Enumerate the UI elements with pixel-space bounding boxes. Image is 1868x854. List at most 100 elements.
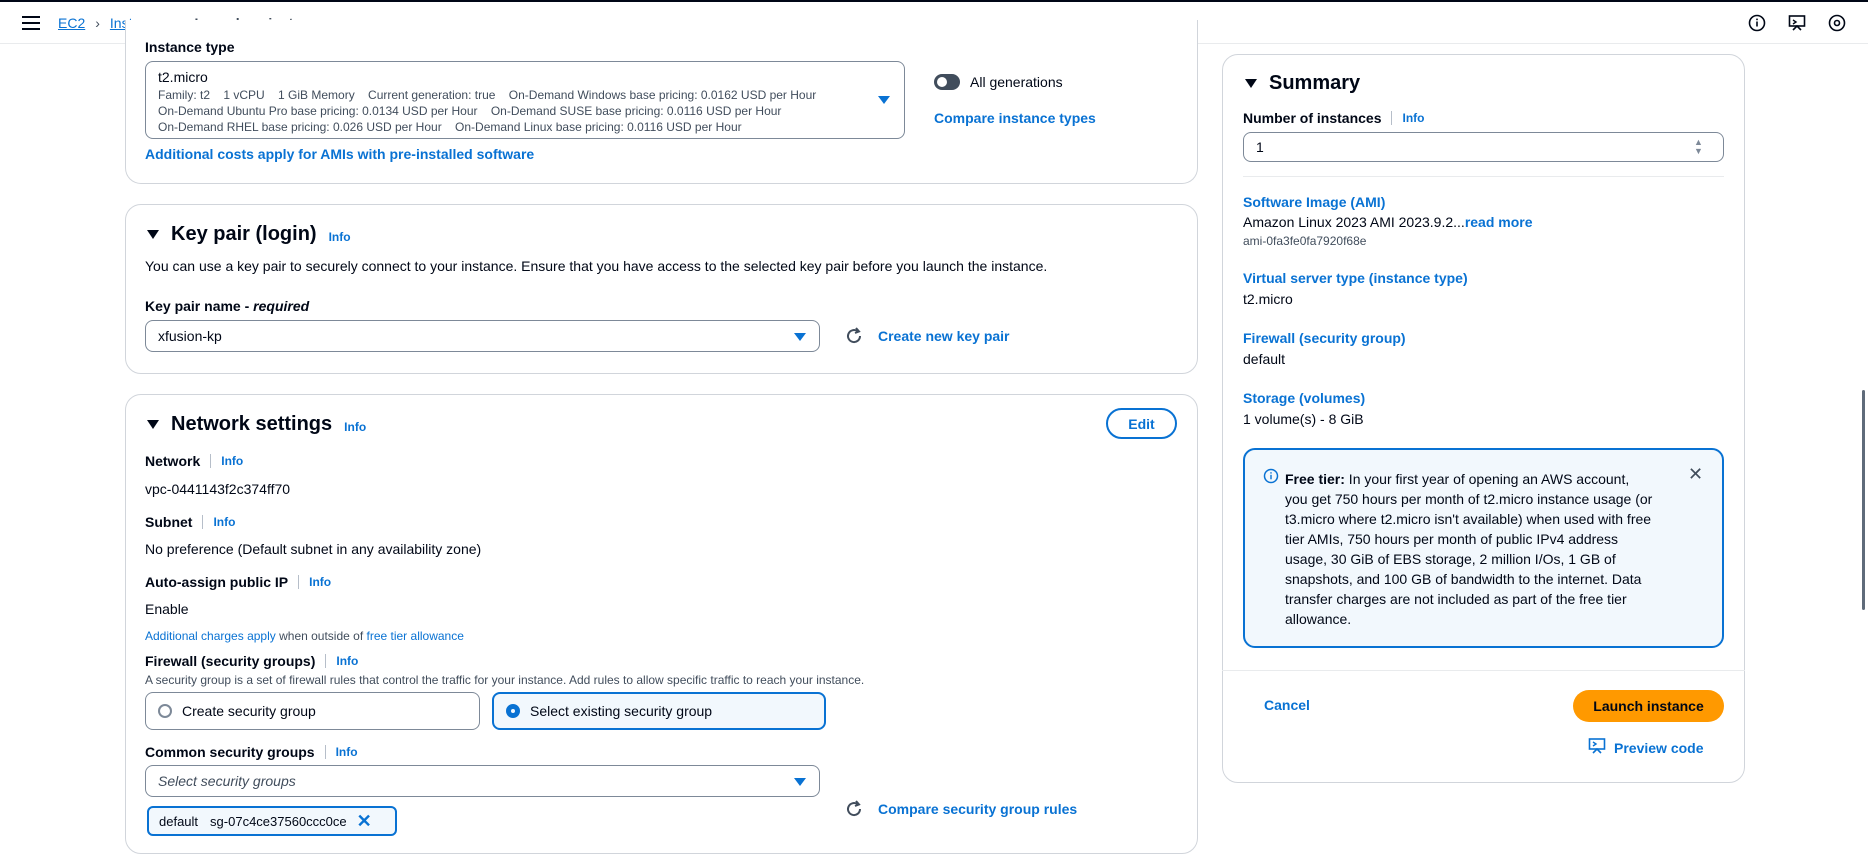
free-tier-allowance-link[interactable]: free tier allowance [367,629,464,643]
caret-down-icon[interactable] [147,230,159,239]
summary-title: Summary [1269,72,1361,94]
breadcrumb-ec2[interactable]: EC2 [58,15,85,31]
network-label: Network [145,453,201,469]
summary-header[interactable]: Summary [1245,72,1360,95]
num-instances-label: Number of instances [1243,110,1382,126]
network-info-link[interactable]: Info [344,420,366,434]
divider [325,654,327,668]
key-pair-header[interactable]: Key pair (login) Info [147,223,351,246]
charges-note: Additional charges apply when outside of… [145,629,464,643]
close-icon[interactable]: ✕ [357,811,372,832]
network-field-info-link[interactable]: Info [221,454,243,468]
compare-security-group-rules-link[interactable]: Compare security group rules [878,801,1077,817]
key-pair-select[interactable]: xfusion-kp [145,320,820,352]
common-sg-label: Common security groups [145,744,315,760]
feedback-icon[interactable] [1788,14,1806,32]
code-preview-icon [1588,737,1606,758]
divider [324,745,326,759]
key-pair-value: xfusion-kp [158,328,222,344]
firewall-row: Firewall (security groups) Info [145,653,358,669]
stepper-icon[interactable]: ▲ ▼ [1694,138,1703,156]
preview-code-button[interactable]: Preview code [1588,737,1704,758]
token-name: default [159,813,199,829]
key-pair-name-label: Key pair name - required [145,298,310,314]
security-groups-select[interactable]: Select security groups [145,765,820,797]
info-circle-icon [1263,468,1279,487]
preview-code-label: Preview code [1614,739,1704,756]
num-instances-input[interactable]: 1 ▲ ▼ [1243,132,1724,162]
num-instances-value: 1 [1256,139,1264,155]
close-icon[interactable]: ✕ [1688,464,1703,485]
firewall-info-link[interactable]: Info [336,654,358,668]
create-key-pair-link[interactable]: Create new key pair [878,328,1010,344]
divider [1391,111,1393,125]
key-pair-info-link[interactable]: Info [329,230,351,244]
subnet-info-link[interactable]: Info [213,515,235,529]
subnet-row: Subnet Info [145,514,235,530]
chevron-down-icon [794,333,806,341]
launch-instance-button[interactable]: Launch instance [1573,690,1724,722]
chevron-right-icon: › [95,15,100,31]
chevron-down-icon [878,96,890,104]
firewall-summary-value: default [1243,351,1286,367]
edit-button[interactable]: Edit [1106,408,1177,439]
all-generations-toggle[interactable]: All generations [934,74,1063,90]
select-existing-security-group-option[interactable]: Select existing security group [492,692,826,730]
common-sg-row: Common security groups Info [145,744,358,760]
divider [298,575,300,589]
firewall-summary-label[interactable]: Firewall (security group) [1243,330,1406,346]
radio-button[interactable] [158,704,172,718]
security-groups-placeholder: Select security groups [158,773,296,789]
create-security-group-label: Create security group [182,703,316,719]
ami-label[interactable]: Software Image (AMI) [1243,194,1385,210]
network-header[interactable]: Network settings Info [147,413,366,436]
create-security-group-option[interactable]: Create security group [145,692,480,730]
public-ip-info-link[interactable]: Info [309,575,331,589]
refresh-icon[interactable] [844,799,864,822]
additional-charges-link[interactable]: Additional charges apply [145,629,276,643]
instance-type-select[interactable]: t2.micro Family: t2 1 vCPU 1 GiB Memory … [145,61,905,139]
instance-type-details-2: On-Demand Ubuntu Pro base pricing: 0.013… [158,104,782,118]
toggle-switch[interactable] [934,74,960,90]
server-type-value: t2.micro [1243,291,1293,307]
public-ip-row: Auto-assign public IP Info [145,574,331,590]
divider [1243,176,1724,177]
instance-type-details-1: Family: t2 1 vCPU 1 GiB Memory Current g… [158,88,817,102]
ami-value: Amazon Linux 2023 AMI 2023.9.2... [1243,214,1465,230]
chevron-down-icon [794,778,806,786]
scrollbar[interactable] [1862,390,1865,610]
additional-costs-link[interactable]: Additional costs apply for AMIs with pre… [145,146,534,162]
firewall-description: A security group is a set of firewall ru… [145,673,865,687]
ami-id: ami-0fa3fe0fa7920f68e [1243,234,1367,248]
security-group-token: default sg-07c4ce37560ccc0ce ✕ [147,806,397,836]
server-type-label[interactable]: Virtual server type (instance type) [1243,270,1468,286]
network-value: vpc-0441143f2c374ff70 [145,481,291,497]
read-more-link[interactable]: read more [1465,214,1533,230]
refresh-icon[interactable] [844,326,864,349]
subnet-label: Subnet [145,514,193,530]
select-existing-security-group-label: Select existing security group [530,703,713,719]
caret-down-icon[interactable] [1245,79,1257,88]
num-instances-info-link[interactable]: Info [1402,111,1424,125]
network-title: Network settings [171,413,333,435]
caret-down-icon[interactable] [147,420,159,429]
divider [202,515,204,529]
menu-icon[interactable] [22,16,40,30]
instance-type-label: Instance type [145,39,235,55]
divider [1222,670,1745,671]
instance-type-details-3: On-Demand RHEL base pricing: 0.026 USD p… [158,120,742,134]
radio-button-selected[interactable] [506,704,520,718]
key-pair-description: You can use a key pair to securely conne… [145,258,1048,274]
cancel-button[interactable]: Cancel [1264,697,1310,713]
storage-label[interactable]: Storage (volumes) [1243,390,1365,406]
compare-instance-types-link[interactable]: Compare instance types [934,110,1096,126]
token-id: sg-07c4ce37560ccc0ce [210,813,347,829]
key-pair-title: Key pair (login) [171,223,317,245]
num-instances-row: Number of instances Info [1243,110,1424,126]
settings-icon[interactable] [1828,14,1846,32]
ami-value-row: Amazon Linux 2023 AMI 2023.9.2...read mo… [1243,214,1533,230]
firewall-label: Firewall (security groups) [145,653,316,669]
info-circle-icon[interactable] [1748,14,1766,32]
common-sg-info-link[interactable]: Info [336,745,358,759]
public-ip-label: Auto-assign public IP [145,574,289,590]
